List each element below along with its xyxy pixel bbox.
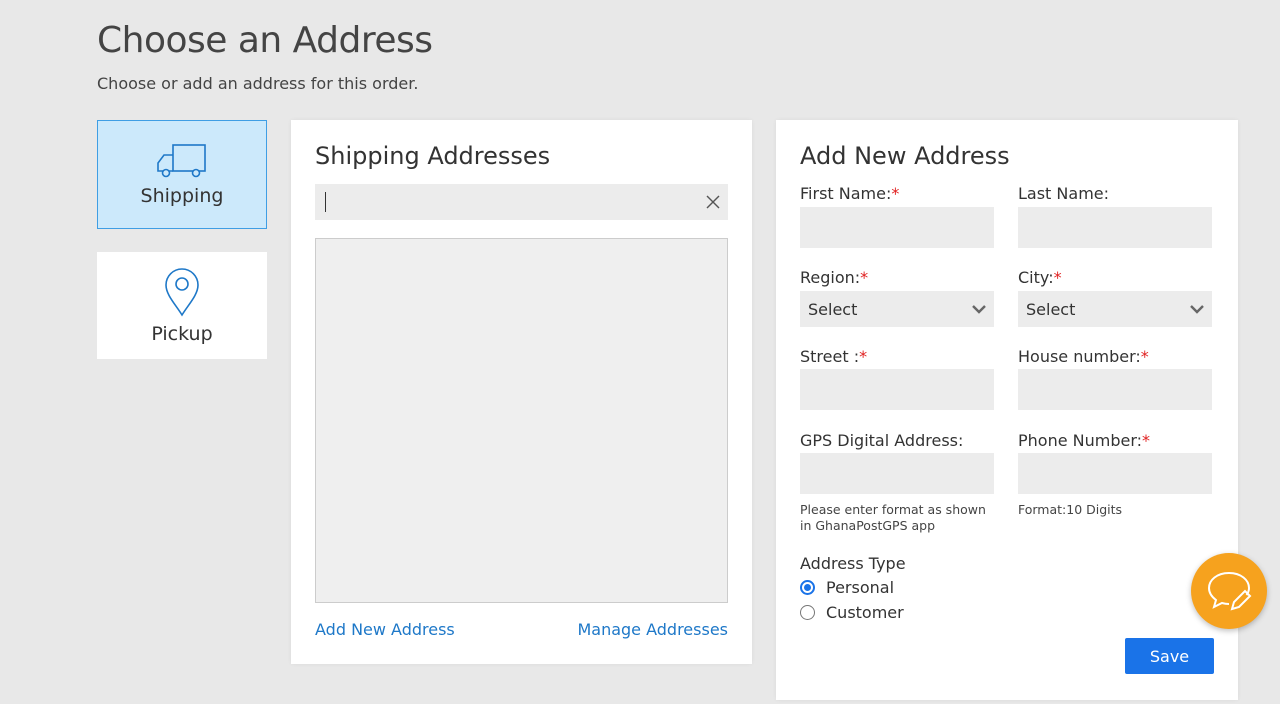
- address-type-personal[interactable]: Personal: [800, 578, 894, 597]
- new-address-panel-title: Add New Address: [800, 142, 1010, 170]
- gps-address-hint: Please enter format as shown in GhanaPos…: [800, 502, 986, 533]
- text-caret: [325, 192, 326, 212]
- manage-addresses-link[interactable]: Manage Addresses: [577, 620, 728, 639]
- address-type-label: Address Type: [800, 554, 906, 573]
- city-label: City:*: [1018, 268, 1062, 287]
- required-marker: *: [891, 184, 900, 203]
- last-name-label: Last Name:: [1018, 184, 1110, 203]
- phone-number-hint: Format:10 Digits: [1018, 502, 1123, 517]
- region-label: Region:*: [800, 268, 869, 287]
- method-tile-pickup[interactable]: Pickup: [97, 252, 267, 359]
- radio-label-personal: Personal: [826, 578, 895, 597]
- address-type-customer[interactable]: Customer: [800, 603, 904, 622]
- city-select-value: Select: [1026, 299, 1076, 319]
- required-marker: *: [1140, 347, 1149, 366]
- radio-button-customer[interactable]: [800, 605, 815, 620]
- method-tile-shipping[interactable]: Shipping: [97, 120, 267, 229]
- page-title: Choose an Address: [97, 20, 433, 61]
- city-select[interactable]: Select: [1018, 291, 1212, 327]
- radio-button-personal[interactable]: [800, 580, 815, 595]
- chevron-down-icon: [1190, 305, 1204, 314]
- house-number-label: House number:*: [1018, 347, 1149, 366]
- address-search-box: [315, 184, 728, 220]
- last-name-field[interactable]: [1018, 207, 1212, 248]
- method-label-shipping: Shipping: [140, 184, 224, 207]
- street-label: Street :*: [800, 347, 868, 366]
- required-marker: *: [1142, 431, 1151, 450]
- save-button[interactable]: Save: [1125, 638, 1214, 674]
- close-icon[interactable]: [706, 195, 720, 209]
- house-number-field[interactable]: [1018, 369, 1212, 410]
- gps-address-field[interactable]: [800, 453, 994, 494]
- radio-label-customer: Customer: [826, 603, 904, 622]
- location-pin-icon: [165, 267, 199, 317]
- shipping-panel-title: Shipping Addresses: [315, 142, 551, 170]
- required-marker: *: [859, 347, 868, 366]
- chevron-down-icon: [972, 305, 986, 314]
- page-subtitle: Choose or add an address for this order.: [97, 74, 419, 93]
- first-name-field[interactable]: [800, 207, 994, 248]
- first-name-label: First Name:*: [800, 184, 900, 203]
- add-new-address-panel: Add New Address First Name:* Last Name: …: [776, 120, 1238, 700]
- method-label-pickup: Pickup: [151, 322, 213, 345]
- chat-edit-icon: [1207, 572, 1252, 611]
- required-marker: *: [1053, 268, 1062, 287]
- street-field[interactable]: [800, 369, 994, 410]
- add-new-address-link[interactable]: Add New Address: [315, 620, 455, 639]
- phone-number-field[interactable]: [1018, 453, 1212, 494]
- required-marker: *: [860, 268, 869, 287]
- region-select[interactable]: Select: [800, 291, 994, 327]
- phone-number-label: Phone Number:*: [1018, 431, 1151, 450]
- gps-address-label: GPS Digital Address:: [800, 431, 964, 450]
- truck-icon: [157, 143, 206, 177]
- address-list[interactable]: [315, 238, 728, 603]
- chat-button[interactable]: [1191, 553, 1267, 629]
- address-search-input[interactable]: [315, 184, 728, 220]
- region-select-value: Select: [808, 299, 858, 319]
- shipping-addresses-panel: Shipping Addresses Add New Address Manag…: [291, 120, 752, 664]
